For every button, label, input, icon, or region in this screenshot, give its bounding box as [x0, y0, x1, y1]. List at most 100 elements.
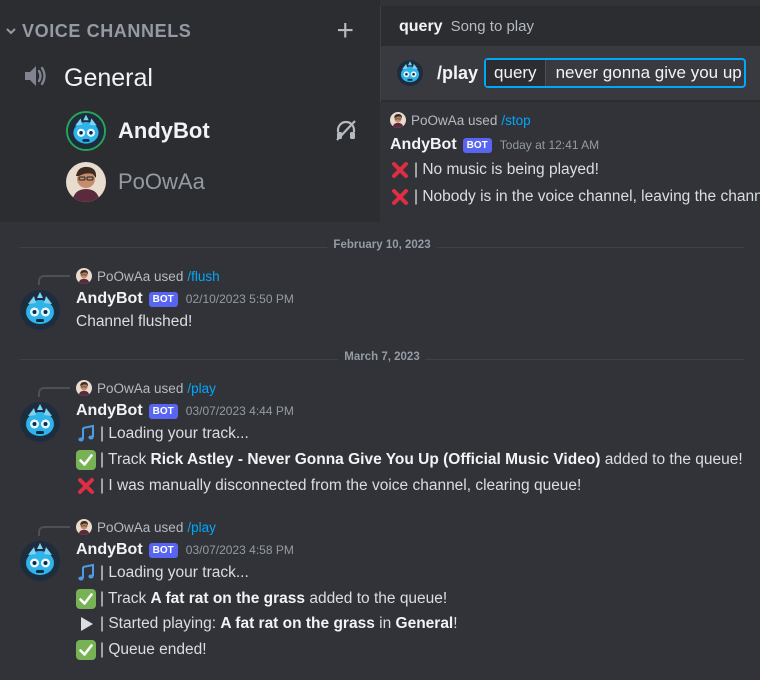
- message-line: | I was manually disconnected from the v…: [76, 476, 581, 496]
- option-description: Song to play: [450, 18, 534, 35]
- query-field-value[interactable]: never gonna give you up: [546, 63, 742, 83]
- message-line: | Nobody is in the voice channel, leavin…: [390, 187, 760, 207]
- reply-spine: [38, 526, 70, 536]
- message-line: | Loading your track...: [76, 563, 249, 583]
- message-text: added to the queue!: [305, 590, 448, 607]
- timestamp: 02/10/2023 5:50 PM: [185, 292, 294, 306]
- avatar[interactable]: [20, 402, 60, 442]
- date-divider: February 10, 2023: [20, 239, 744, 251]
- reply-user[interactable]: PoOwAa: [97, 381, 150, 396]
- query-field-label: query: [486, 60, 546, 86]
- date-divider-label: March 7, 2023: [338, 351, 426, 363]
- cross-mark-icon: [390, 187, 410, 207]
- cross-mark-icon: [390, 160, 410, 180]
- message-text: added to the queue!: [600, 451, 743, 468]
- timestamp: Today at 12:41 AM: [499, 138, 600, 152]
- option-name: query: [399, 18, 443, 35]
- author-name[interactable]: AndyBot: [390, 136, 457, 154]
- avatar: [397, 60, 423, 86]
- reply-command[interactable]: /play: [187, 520, 216, 535]
- voice-user-name: PoOwAa: [118, 169, 205, 194]
- author-name[interactable]: AndyBot: [76, 290, 143, 308]
- message-text: | Track: [100, 451, 151, 468]
- reply-command[interactable]: /stop: [501, 113, 530, 128]
- message-text: | Loading your track...: [100, 564, 249, 581]
- message-text: | Nobody is in the voice channel, leavin…: [414, 188, 760, 205]
- avatar: [76, 519, 92, 535]
- message-line: | Queue ended!: [76, 640, 207, 660]
- voice-channels-header[interactable]: VOICE CHANNELS +: [0, 16, 380, 46]
- message-line: | No music is being played!: [390, 160, 599, 180]
- avatar: [66, 162, 106, 202]
- command-option-hint: query Song to play: [399, 18, 534, 36]
- musical-notes-icon: [76, 424, 96, 444]
- bot-badge: BOT: [148, 291, 178, 307]
- reply-used: used: [154, 268, 184, 284]
- message-text: Channel flushed!: [76, 313, 193, 330]
- message-author-row: AndyBot BOT 03/07/2023 4:44 PM: [76, 402, 294, 420]
- recent-message-stop: PoOwAa used /stop AndyBot BOT Today at 1…: [380, 104, 760, 218]
- avatar: [76, 268, 92, 284]
- voice-user-andybot[interactable]: AndyBot: [66, 110, 366, 152]
- reply-header: PoOwAa used /stop: [390, 112, 531, 128]
- reply-spine: [38, 387, 70, 397]
- bot-badge: BOT: [148, 403, 178, 419]
- bot-badge: BOT: [462, 137, 492, 153]
- message-text: !: [453, 615, 458, 632]
- reply-user[interactable]: PoOwAa: [411, 113, 464, 128]
- check-mark-icon: [76, 640, 96, 660]
- slash-command-input[interactable]: /play query never gonna give you up: [381, 46, 760, 100]
- message-line: | Track Rick Astley - Never Gonna Give Y…: [76, 450, 743, 470]
- voice-user-poowaa[interactable]: PoOwAa: [66, 161, 366, 203]
- voice-channels-panel: VOICE CHANNELS + General AndyBot PoOwAa: [0, 0, 380, 222]
- reply-header: PoOwAa used /play: [38, 380, 216, 397]
- reply-used: used: [154, 380, 184, 396]
- track-title: Rick Astley - Never Gonna Give You Up (O…: [150, 451, 601, 468]
- speaker-icon: [22, 63, 50, 94]
- message-text: | Loading your track...: [100, 425, 249, 442]
- track-title: A fat rat on the grass: [220, 615, 375, 632]
- author-name[interactable]: AndyBot: [76, 402, 143, 420]
- avatar[interactable]: [20, 541, 60, 581]
- message-line: | Loading your track...: [76, 424, 249, 444]
- musical-notes-icon: [76, 563, 96, 583]
- voice-channel-general[interactable]: General: [22, 58, 153, 98]
- voice-user-name: AndyBot: [118, 118, 210, 143]
- reply-command[interactable]: /play: [187, 381, 216, 396]
- track-title: A fat rat on the grass: [150, 590, 306, 607]
- avatar: [76, 380, 92, 396]
- slash-command-name: /play: [437, 62, 479, 83]
- reply-used: used: [468, 112, 498, 128]
- voice-channel-name: General: [64, 63, 153, 92]
- avatar: [66, 111, 106, 151]
- command-composer: query Song to play /play query never gon…: [380, 6, 760, 102]
- reply-user[interactable]: PoOwAa: [97, 269, 150, 284]
- timestamp: 03/07/2023 4:44 PM: [185, 404, 294, 418]
- message-author-row: AndyBot BOT Today at 12:41 AM: [390, 136, 599, 154]
- reply-user[interactable]: PoOwAa: [97, 520, 150, 535]
- message-line: Channel flushed!: [76, 313, 192, 331]
- message-author-row: AndyBot BOT 02/10/2023 5:50 PM: [76, 290, 294, 308]
- voice-channels-title: VOICE CHANNELS: [22, 20, 192, 41]
- check-mark-icon: [76, 589, 96, 609]
- chevron-down-icon[interactable]: [0, 25, 22, 37]
- author-name[interactable]: AndyBot: [76, 541, 143, 559]
- date-divider-label: February 10, 2023: [327, 239, 437, 251]
- message-text: | I was manually disconnected from the v…: [100, 477, 582, 494]
- message-text: | Started playing:: [100, 615, 221, 632]
- check-mark-icon: [76, 450, 96, 470]
- reply-command[interactable]: /flush: [187, 269, 219, 284]
- message-text: in: [374, 615, 396, 632]
- avatar[interactable]: [20, 290, 60, 330]
- reply-spine: [38, 275, 70, 285]
- play-icon: [76, 614, 96, 634]
- create-channel-plus-icon[interactable]: +: [336, 16, 354, 46]
- cross-mark-icon: [76, 476, 96, 496]
- reply-used: used: [154, 519, 184, 535]
- reply-header: PoOwAa used /flush: [38, 268, 220, 285]
- avatar: [390, 112, 406, 128]
- message-text: | Queue ended!: [100, 641, 207, 658]
- message-text: | Track: [100, 590, 151, 607]
- query-option-field[interactable]: query never gonna give you up: [484, 58, 747, 88]
- message-line: | Started playing: A fat rat on the gras…: [76, 614, 458, 634]
